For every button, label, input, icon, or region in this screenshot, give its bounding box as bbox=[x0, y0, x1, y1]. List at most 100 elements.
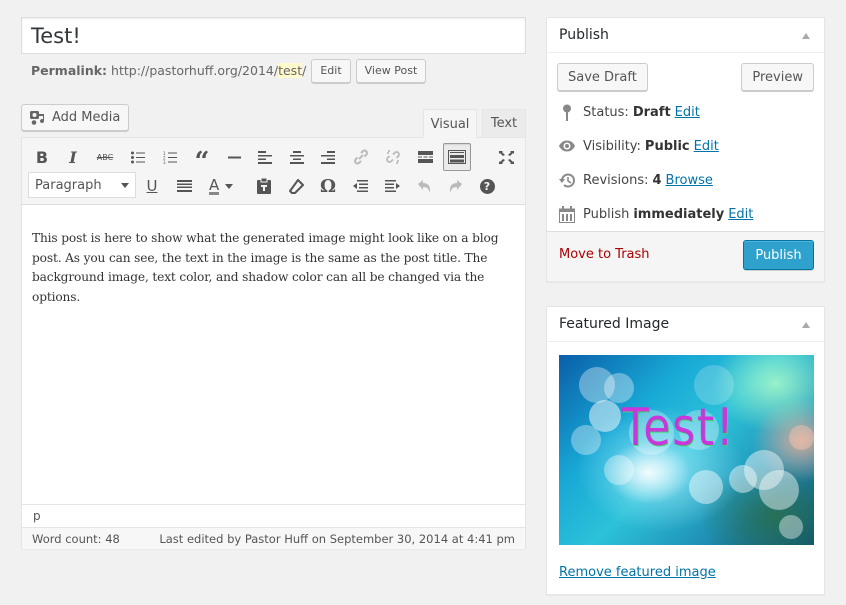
toolbar-row-2: Paragraph U A Ω ? bbox=[22, 172, 525, 200]
horizontal-line-icon bbox=[227, 156, 241, 158]
permalink-url[interactable]: http://pastorhuff.org/2014/test/ bbox=[111, 63, 306, 78]
major-publishing-actions: Move to Trash Publish bbox=[547, 231, 824, 281]
publish-schedule: immediately bbox=[633, 206, 725, 222]
italic-button[interactable]: I bbox=[59, 143, 87, 171]
bold-button[interactable]: B bbox=[28, 143, 56, 171]
collapse-arrow-icon[interactable] bbox=[802, 322, 810, 328]
publish-label: Publish bbox=[583, 206, 630, 222]
numbered-list-icon: 123 bbox=[163, 151, 177, 164]
paste-text-button[interactable] bbox=[250, 172, 278, 200]
bulleted-list-button[interactable] bbox=[124, 143, 152, 171]
undo-button[interactable] bbox=[410, 172, 438, 200]
revisions-label: Revisions: bbox=[583, 172, 649, 188]
collapse-arrow-icon[interactable] bbox=[802, 33, 810, 39]
save-draft-button[interactable]: Save Draft bbox=[557, 63, 648, 91]
permalink-base: http://pastorhuff.org/2014/ bbox=[111, 63, 279, 78]
insert-link-button[interactable] bbox=[347, 143, 375, 171]
visibility-row: Visibility: Public Edit bbox=[558, 137, 719, 155]
visibility-label: Visibility: bbox=[583, 138, 641, 154]
svg-text:3: 3 bbox=[163, 160, 166, 164]
word-count: Word count: 48 bbox=[32, 531, 120, 546]
unlink-icon bbox=[386, 150, 400, 164]
editor-status-bar: Word count: 48 Last edited by Pastor Huf… bbox=[22, 527, 525, 549]
numbered-list-button[interactable]: 123 bbox=[156, 143, 184, 171]
edit-permalink-button[interactable]: Edit bbox=[311, 58, 351, 83]
distraction-free-button[interactable] bbox=[492, 143, 520, 171]
featured-image-text: Test! bbox=[622, 398, 736, 458]
indent-icon bbox=[384, 179, 400, 192]
strikethrough-button[interactable]: ABC bbox=[91, 143, 119, 171]
last-edited: Last edited by Pastor Huff on September … bbox=[159, 531, 515, 546]
special-character-button[interactable]: Ω bbox=[314, 172, 342, 200]
clear-formatting-button[interactable] bbox=[282, 172, 310, 200]
publish-box-header[interactable]: Publish bbox=[547, 18, 824, 53]
bold-icon: B bbox=[35, 147, 49, 167]
justify-button[interactable] bbox=[170, 172, 198, 200]
align-left-icon bbox=[258, 150, 272, 164]
publish-date-row: Publish immediately Edit bbox=[558, 205, 753, 223]
remove-link-button[interactable] bbox=[379, 143, 407, 171]
blockquote-button[interactable]: “ bbox=[188, 143, 216, 177]
publish-button[interactable]: Publish bbox=[743, 240, 814, 270]
justify-icon bbox=[176, 180, 192, 192]
move-to-trash-link[interactable]: Move to Trash bbox=[559, 247, 650, 262]
post-title-input[interactable]: Test! bbox=[21, 17, 526, 54]
help-icon: ? bbox=[479, 178, 495, 194]
featured-image-header[interactable]: Featured Image bbox=[547, 307, 824, 342]
underline-icon: U bbox=[146, 177, 158, 195]
status-value: Draft bbox=[632, 104, 671, 120]
undo-icon bbox=[417, 179, 430, 193]
redo-icon bbox=[449, 179, 462, 193]
permalink-row: Permalink: http://pastorhuff.org/2014/te… bbox=[31, 58, 427, 83]
edit-publish-date-link[interactable]: Edit bbox=[728, 207, 753, 222]
redo-button[interactable] bbox=[441, 172, 469, 200]
tab-text[interactable]: Text bbox=[482, 109, 526, 137]
strikethrough-icon: ABC bbox=[96, 152, 114, 162]
featured-image-title: Featured Image bbox=[559, 316, 670, 332]
horizontal-line-button[interactable] bbox=[220, 143, 248, 171]
visibility-value: Public bbox=[644, 138, 690, 154]
calendar-icon bbox=[558, 205, 576, 223]
remove-featured-image-link[interactable]: Remove featured image bbox=[559, 565, 716, 580]
format-select[interactable]: Paragraph bbox=[28, 172, 136, 198]
status-label: Status: bbox=[583, 104, 629, 120]
edit-visibility-link[interactable]: Edit bbox=[694, 139, 719, 154]
editor-toolbar: B I ABC 123 “ Paragraph U A Ω ? bbox=[22, 138, 525, 205]
edit-status-link[interactable]: Edit bbox=[675, 105, 700, 120]
publish-box-title: Publish bbox=[559, 27, 609, 43]
keyboard-shortcuts-button[interactable]: ? bbox=[473, 172, 501, 200]
tab-visual[interactable]: Visual bbox=[423, 109, 477, 138]
align-left-button[interactable] bbox=[251, 143, 279, 171]
revisions-row: Revisions: 4 Browse bbox=[558, 171, 713, 189]
align-right-button[interactable] bbox=[314, 143, 342, 171]
preview-button[interactable]: Preview bbox=[741, 63, 814, 91]
editor-content[interactable]: This post is here to show what the gener… bbox=[22, 205, 525, 505]
featured-image-box: Featured Image Test! Remove featured ima… bbox=[546, 306, 825, 595]
align-center-button[interactable] bbox=[283, 143, 311, 171]
featured-image[interactable]: Test! bbox=[559, 355, 814, 545]
fullscreen-icon bbox=[498, 150, 514, 164]
media-icon bbox=[29, 109, 46, 126]
format-select-value: Paragraph bbox=[35, 177, 102, 193]
permalink-label: Permalink: bbox=[31, 63, 108, 78]
toolbar-toggle-button[interactable] bbox=[443, 143, 471, 171]
decrease-indent-button[interactable] bbox=[346, 172, 374, 200]
element-path[interactable]: p bbox=[22, 504, 525, 527]
status-row: Status: Draft Edit bbox=[558, 103, 700, 121]
view-post-button[interactable]: View Post bbox=[355, 58, 427, 83]
read-more-button[interactable] bbox=[411, 143, 439, 171]
increase-indent-button[interactable] bbox=[378, 172, 406, 200]
permalink-end: / bbox=[302, 63, 307, 78]
minor-publishing-actions: Save Draft Preview bbox=[547, 53, 824, 99]
pin-icon bbox=[558, 103, 576, 121]
text-color-dropdown-icon bbox=[225, 183, 234, 189]
italic-icon: I bbox=[69, 147, 77, 167]
clipboard-icon bbox=[257, 178, 271, 194]
read-more-icon bbox=[417, 151, 433, 163]
add-media-button[interactable]: Add Media bbox=[21, 104, 130, 131]
align-center-icon bbox=[290, 150, 304, 164]
browse-revisions-link[interactable]: Browse bbox=[666, 173, 713, 188]
underline-button[interactable]: U bbox=[138, 172, 166, 200]
text-color-button[interactable]: A bbox=[202, 172, 242, 200]
outdent-icon bbox=[352, 179, 368, 192]
